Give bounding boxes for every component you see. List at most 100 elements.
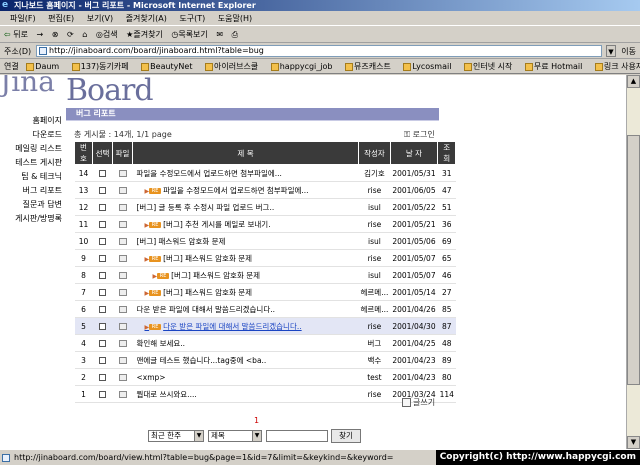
sidebar-item-tips[interactable]: 팁 & 테크닉	[0, 171, 62, 182]
row-title-link[interactable]: 확인해 보세요..	[132, 334, 359, 352]
row-checkbox[interactable]	[99, 391, 106, 398]
sort-select[interactable]: 최근 한주 ▼	[148, 430, 204, 442]
sidebar-item-bug-report[interactable]: 버그 리포트	[0, 185, 62, 196]
login-link[interactable]: ⚿ 로그인	[404, 129, 435, 140]
table-row[interactable]: 8 ▶ RE [버그] 패스워드 암호화 문제 isul 2001/05/07 46	[74, 266, 456, 284]
link-icon	[141, 62, 150, 71]
row-title-link[interactable]: 맨에글 테스트 했습니다...tag중에 <ba..	[132, 351, 359, 369]
link-hotmail[interactable]: 무료 Hotmail	[524, 59, 587, 73]
file-icon	[118, 238, 127, 245]
refresh-button[interactable]: ⟳	[67, 26, 74, 43]
table-row[interactable]: 3 맨에글 테스트 했습니다...tag중에 <ba.. 백수 2001/04/23 8…	[74, 351, 456, 369]
row-title-link[interactable]: [버그] 패스워드 암호화 문제	[132, 232, 359, 250]
stop-button[interactable]: ⊗	[52, 26, 59, 43]
search-input[interactable]	[266, 430, 328, 442]
table-row[interactable]: 14 파일을 수정모드에서 업로드하면 첨부파일에... 김기호 2001/05/31…	[74, 164, 456, 182]
mail-icon[interactable]: ✉	[216, 26, 223, 43]
table-row[interactable]: 5 ▶ RE 다운 받은 파일에 대해서 말씀드리겠습니다.. rise 2001/04/…	[74, 317, 456, 335]
sidebar-item-download[interactable]: 다운로드	[0, 129, 62, 140]
write-button[interactable]: 글쓰기	[402, 397, 435, 408]
search-icon: ◎	[95, 30, 103, 39]
search-button[interactable]: ◎검색	[96, 26, 118, 43]
sidebar-item-test-board[interactable]: 테스트 게시판	[0, 157, 62, 168]
link-happycgi-job[interactable]: happycgi_job	[270, 59, 338, 73]
favorites-button[interactable]: ★즐겨찾기	[126, 26, 163, 43]
link-iloveschool[interactable]: 아이러브스쿨	[205, 59, 263, 73]
table-row[interactable]: 4 확인해 보세요.. 버그 2001/04/25 48	[74, 334, 456, 352]
link-lycosmail[interactable]: Lycosmail	[403, 59, 456, 73]
row-date: 2001/04/23	[390, 351, 438, 369]
link-beautynet[interactable]: BeautyNet	[141, 59, 197, 73]
row-title-link[interactable]: ▶ RE [버그] 추천 게시를 메일로 보내기.	[132, 215, 359, 233]
row-checkbox[interactable]	[99, 374, 106, 381]
row-title-link[interactable]: [버그] 글 등록 후 수정시 파일 업로드 버그..	[132, 198, 359, 216]
link-customize[interactable]: 링크 사용자 정의	[594, 59, 640, 73]
go-button[interactable]: 이동	[621, 46, 636, 57]
search-submit-button[interactable]: 찾기	[331, 429, 361, 443]
menu-tools[interactable]: 도구(T)	[179, 11, 205, 26]
link-internet-start[interactable]: 인터넷 시작	[464, 59, 517, 73]
page-number[interactable]: 1	[254, 416, 259, 425]
history-button[interactable]: ◷목록보기	[171, 26, 207, 43]
row-checkbox[interactable]	[99, 204, 106, 211]
home-button[interactable]: ⌂	[82, 26, 87, 43]
sidebar-item-qna[interactable]: 질문과 답변	[0, 199, 62, 210]
scroll-thumb[interactable]	[627, 135, 640, 385]
row-title-link[interactable]: <xmp>	[132, 368, 359, 386]
table-row[interactable]: 10 [버그] 패스워드 암호화 문제 isul 2001/05/06 69	[74, 232, 456, 250]
row-checkbox[interactable]	[99, 187, 106, 194]
address-input[interactable]: http://jinaboard.com/board/jinaboard.htm…	[36, 45, 602, 57]
row-checkbox[interactable]	[99, 340, 106, 347]
row-date: 2001/04/23	[390, 368, 438, 386]
table-row[interactable]: 7 ▶ RE [버그] 패스워드 암호화 문제 헤르메... 2001/05/14 27	[74, 283, 456, 301]
row-checkbox[interactable]	[99, 306, 106, 313]
sidebar-item-mailing-list[interactable]: 메일링 리스트	[0, 143, 62, 154]
field-select[interactable]: 제목 ▼	[208, 430, 262, 442]
row-checkbox[interactable]	[99, 221, 106, 228]
row-checkbox[interactable]	[99, 272, 106, 279]
menu-help[interactable]: 도움말(H)	[218, 11, 252, 26]
row-title-link[interactable]: 뭡대로 쓰시와요....	[132, 385, 359, 403]
scroll-down-icon[interactable]: ▼	[627, 436, 640, 449]
back-button[interactable]: ⇦ 뒤로	[4, 26, 28, 43]
row-checkbox[interactable]	[99, 289, 106, 296]
menu-file[interactable]: 파일(F)	[10, 11, 36, 26]
table-row[interactable]: 1 뭡대로 쓰시와요.... rise 2001/03/24 114	[74, 385, 456, 403]
row-checkbox[interactable]	[99, 170, 106, 177]
row-title-link[interactable]: 파일을 수정모드에서 업로드하면 첨부파일에...	[132, 164, 359, 182]
row-title-link[interactable]: ▶ RE 파일을 수정모드에서 업로드하면 첨부파일에...	[132, 181, 359, 199]
menu-edit[interactable]: 편집(E)	[48, 11, 74, 26]
row-title-link[interactable]: ▶ RE [버그] 패스워드 암호화 문제	[132, 283, 359, 301]
chevron-down-icon: ▼	[194, 431, 203, 441]
sidebar-item-home[interactable]: 홈페이지	[0, 115, 62, 126]
row-checkbox[interactable]	[99, 323, 106, 330]
print-icon[interactable]: ⎙	[232, 26, 238, 43]
vertical-scrollbar[interactable]: ▲ ▼	[626, 75, 640, 449]
row-checkbox[interactable]	[99, 255, 106, 262]
table-row[interactable]: 6 다운 받은 파일에 대해서 말씀드리겠습니다.. 헤르메... 2001/04/2…	[74, 300, 456, 318]
table-row[interactable]: 11 ▶ RE [버그] 추천 게시를 메일로 보내기. rise 2001/05/21 3…	[74, 215, 456, 233]
table-row[interactable]: 9 ▶ RE [버그] 패스워드 암호화 문제 rise 2001/05/07 65	[74, 249, 456, 267]
scroll-up-icon[interactable]: ▲	[627, 75, 640, 88]
row-num: 6	[74, 300, 93, 318]
sidebar-item-guestbook[interactable]: 게시판/방명록	[0, 213, 62, 224]
table-row[interactable]: 12 [버그] 글 등록 후 수정시 파일 업로드 버그.. isul 2001/05…	[74, 198, 456, 216]
menu-favorites[interactable]: 즐겨찾기(A)	[126, 11, 167, 26]
link-daum[interactable]: Daum	[26, 59, 64, 73]
menu-view[interactable]: 보기(V)	[87, 11, 113, 26]
row-title-link[interactable]: ▶ RE [버그] 패스워드 암호화 문제	[132, 249, 359, 267]
col-header-num: 번호	[74, 141, 93, 165]
address-dropdown-icon[interactable]: ▼	[606, 45, 616, 57]
row-checkbox[interactable]	[99, 238, 106, 245]
row-views: 51	[437, 198, 456, 216]
link-cafe[interactable]: 137)동기카페	[71, 59, 134, 73]
link-icon	[594, 62, 603, 71]
table-row[interactable]: 2 <xmp> test 2001/04/23 80	[74, 368, 456, 386]
table-row[interactable]: 13 ▶ RE 파일을 수정모드에서 업로드하면 첨부파일에... rise 2001/0…	[74, 181, 456, 199]
forward-button[interactable]: →	[37, 26, 44, 43]
row-title-link[interactable]: ▶ RE 다운 받은 파일에 대해서 말씀드리겠습니다..	[132, 317, 359, 335]
row-checkbox[interactable]	[99, 357, 106, 364]
row-title-link[interactable]: ▶ RE [버그] 패스워드 암호화 문제	[132, 266, 359, 284]
link-musecast[interactable]: 뮤즈캐스트	[345, 59, 396, 73]
row-title-link[interactable]: 다운 받은 파일에 대해서 말씀드리겠습니다..	[132, 300, 359, 318]
